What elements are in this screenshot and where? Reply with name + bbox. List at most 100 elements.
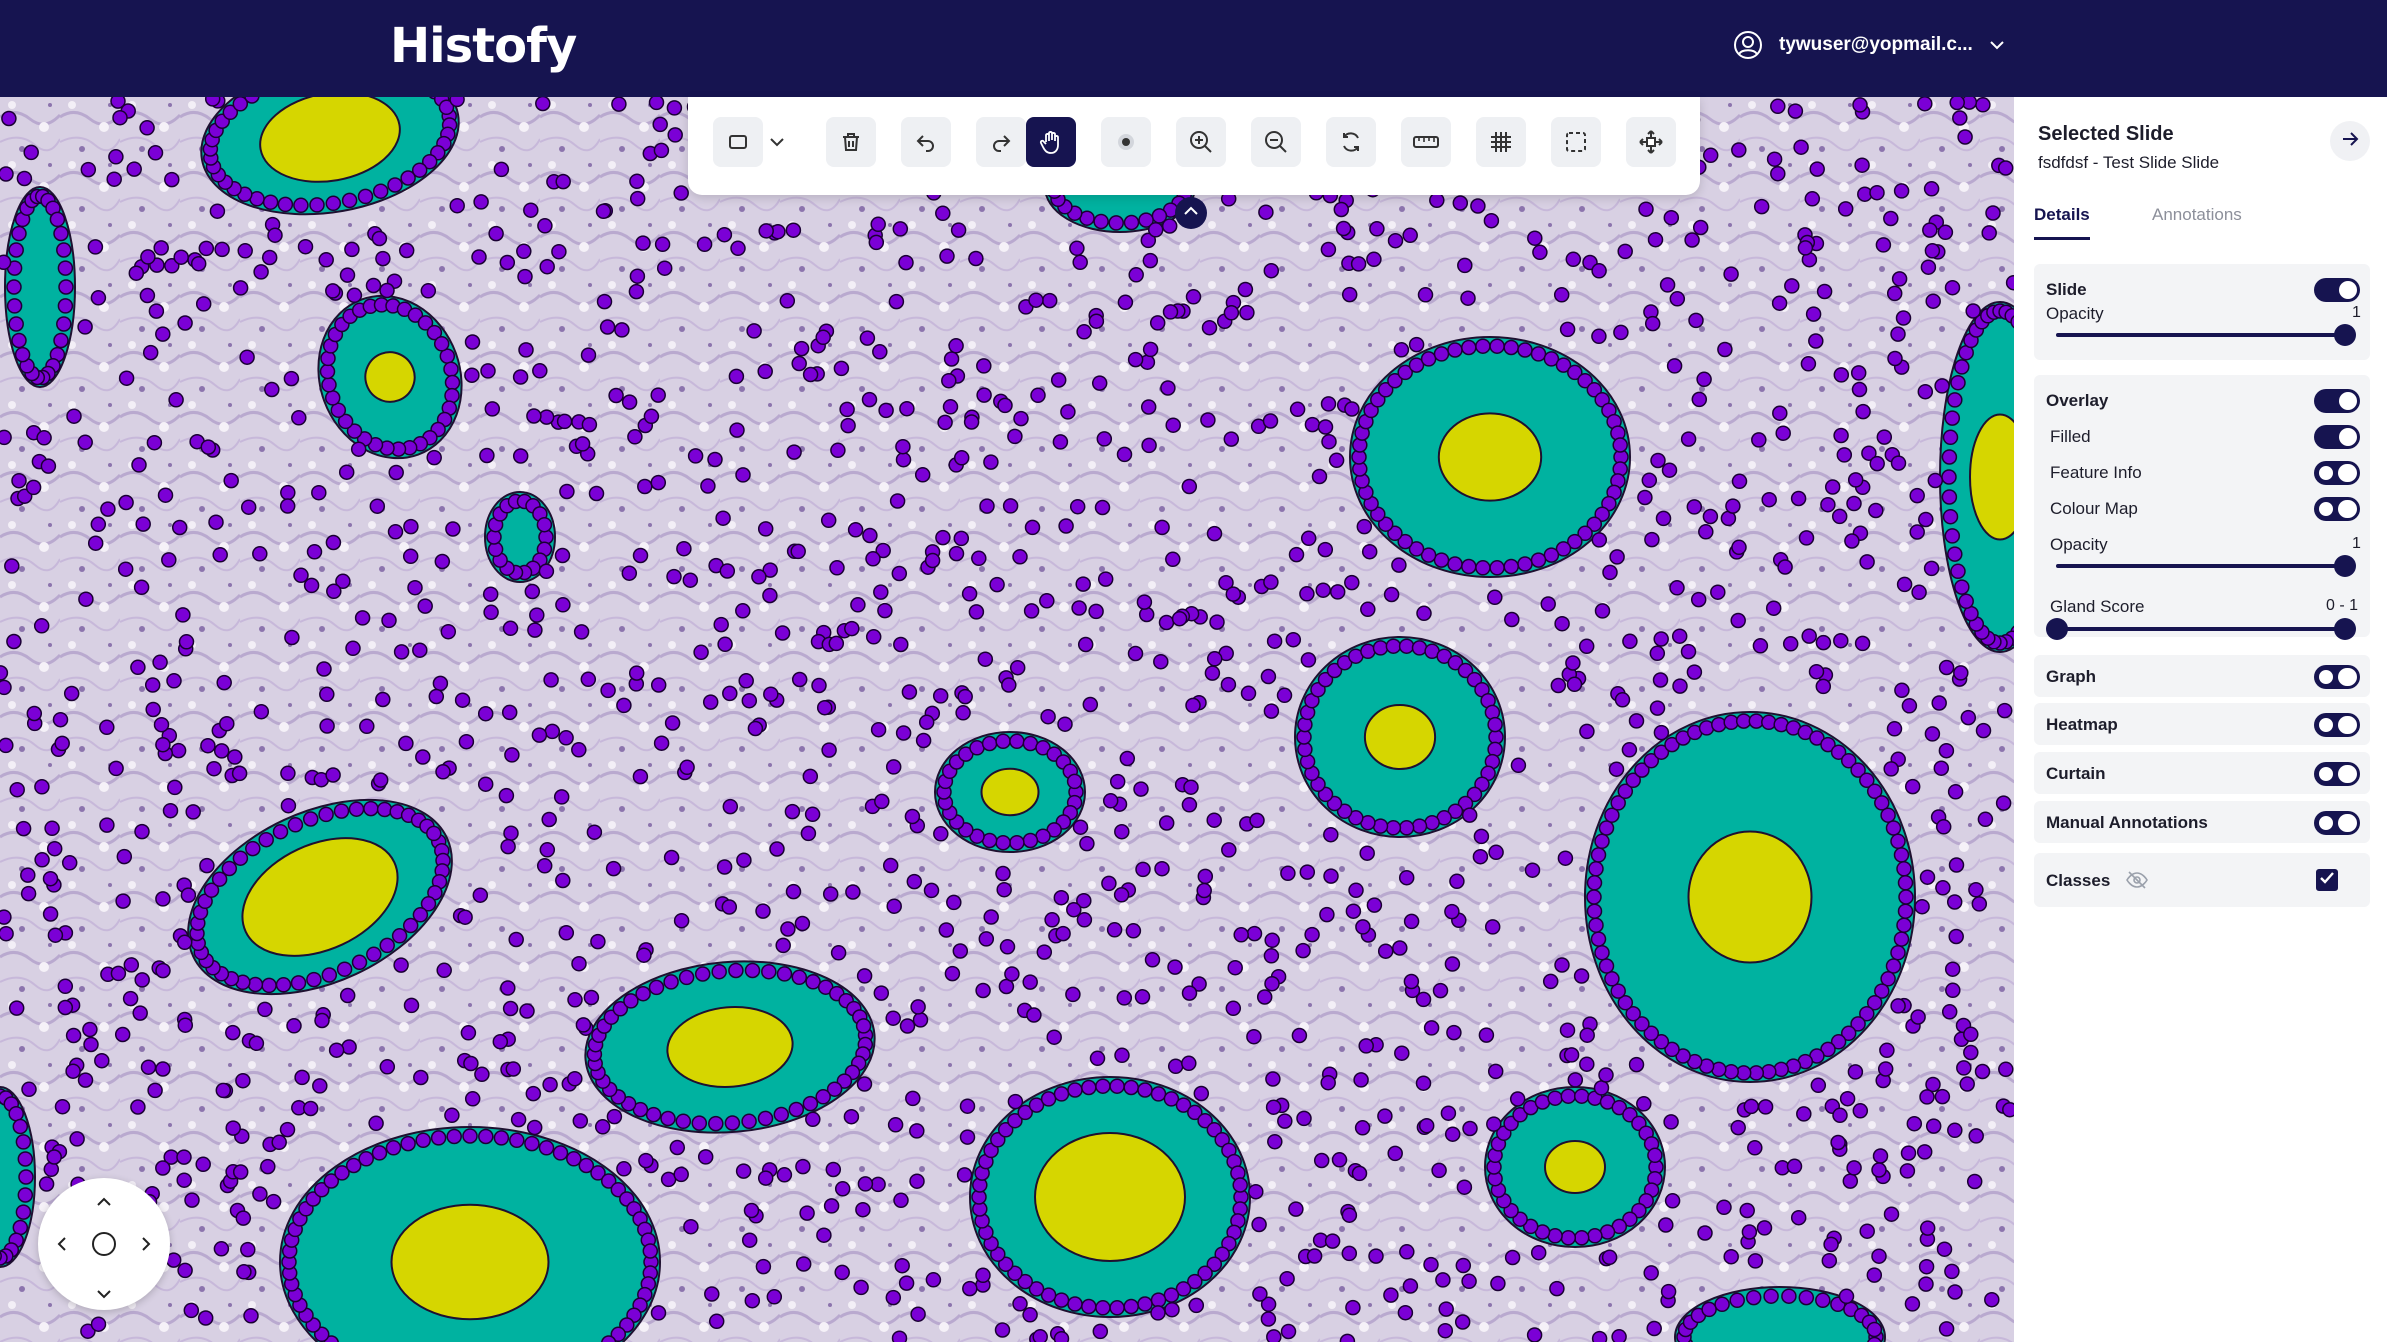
- nucleus-marker[interactable]: [614, 322, 630, 338]
- nucleus-marker[interactable]: [130, 1099, 146, 1115]
- nucleus-marker[interactable]: [1002, 498, 1019, 514]
- nucleus-marker[interactable]: [1716, 1199, 1732, 1216]
- nucleus-marker[interactable]: [915, 732, 932, 749]
- nucleus-marker[interactable]: [983, 454, 999, 470]
- nucleus-marker[interactable]: [216, 674, 232, 691]
- nucleus-marker[interactable]: [87, 239, 104, 255]
- nucleus-marker[interactable]: [348, 801, 365, 817]
- nucleus-marker[interactable]: [1088, 603, 1104, 620]
- nucleus-marker[interactable]: [1424, 814, 1440, 831]
- nucleus-marker[interactable]: [1587, 1228, 1603, 1244]
- nucleus-marker[interactable]: [1809, 161, 1825, 177]
- nucleus-marker[interactable]: [1621, 742, 1638, 758]
- nucleus-marker[interactable]: [235, 1210, 252, 1226]
- nucleus-marker[interactable]: [1069, 240, 1085, 257]
- nucleus-marker[interactable]: [1135, 861, 1151, 878]
- user-menu[interactable]: tywuser@yopmail.c...: [1733, 30, 2005, 60]
- nucleus-marker[interactable]: [650, 387, 666, 403]
- nucleus-marker[interactable]: [1530, 552, 1547, 568]
- nucleus-marker[interactable]: [1153, 653, 1169, 670]
- nucleus-marker[interactable]: [855, 1201, 871, 1218]
- undo-button[interactable]: [901, 117, 951, 167]
- nucleus-marker[interactable]: [523, 202, 539, 218]
- redo-button[interactable]: [976, 117, 1026, 167]
- nucleus-marker[interactable]: [1798, 1289, 1815, 1306]
- nucleus-marker[interactable]: [1089, 1050, 1106, 1067]
- nucleus-marker[interactable]: [1846, 495, 1862, 512]
- nucleus-marker[interactable]: [572, 1113, 589, 1129]
- nucleus-marker[interactable]: [1796, 1106, 1812, 1122]
- nucleus-marker[interactable]: [208, 514, 224, 530]
- nucleus-marker[interactable]: [1567, 1072, 1584, 1088]
- nucleus-marker[interactable]: [673, 1166, 689, 1183]
- nucleus-marker[interactable]: [1039, 593, 1055, 609]
- nucleus-marker[interactable]: [1398, 638, 1415, 654]
- nucleus-marker[interactable]: [258, 831, 274, 848]
- nucleus-marker[interactable]: [652, 116, 668, 133]
- feature-info-toggle[interactable]: [2314, 461, 2360, 485]
- nucleus-marker[interactable]: [608, 387, 624, 404]
- nucleus-marker[interactable]: [1423, 1256, 1439, 1273]
- nucleus-marker[interactable]: [1872, 1148, 1889, 1164]
- nucleus-marker[interactable]: [432, 675, 449, 692]
- nucleus-marker[interactable]: [1266, 633, 1283, 649]
- nucleus-marker[interactable]: [1461, 558, 1477, 575]
- nucleus-marker[interactable]: [1601, 1249, 1618, 1266]
- nucleus-marker[interactable]: [142, 344, 159, 361]
- nucleus-marker[interactable]: [358, 1151, 374, 1167]
- nucleus-marker[interactable]: [538, 409, 555, 425]
- nucleus-marker[interactable]: [1816, 283, 1833, 300]
- nucleus-marker[interactable]: [1164, 1301, 1180, 1318]
- nucleus-marker[interactable]: [426, 825, 442, 842]
- nucleus-marker[interactable]: [763, 686, 779, 702]
- nucleus-marker[interactable]: [328, 1042, 345, 1058]
- nucleus-marker[interactable]: [1877, 1061, 1894, 1077]
- nucleus-marker[interactable]: [899, 1018, 916, 1034]
- nucleus-marker[interactable]: [1553, 287, 1570, 303]
- nucleus-marker[interactable]: [629, 268, 646, 284]
- nucleus-marker[interactable]: [1653, 631, 1669, 647]
- nucleus-marker[interactable]: [839, 401, 855, 418]
- nucleus-marker[interactable]: [8, 316, 24, 332]
- nucleus-marker[interactable]: [1196, 882, 1212, 899]
- nucleus-marker[interactable]: [1007, 1093, 1024, 1110]
- nucleus-marker[interactable]: [152, 654, 168, 671]
- nucleus-marker[interactable]: [0, 679, 12, 696]
- nucleus-marker[interactable]: [1058, 518, 1074, 534]
- nucleus-marker[interactable]: [1239, 304, 1255, 321]
- nucleus-marker[interactable]: [464, 367, 480, 383]
- nucleus-marker[interactable]: [1252, 1286, 1268, 1302]
- nucleus-marker[interactable]: [36, 430, 52, 446]
- nucleus-marker[interactable]: [1909, 524, 1925, 540]
- nucleus-marker[interactable]: [1729, 1292, 1745, 1309]
- nucleus-marker[interactable]: [874, 793, 890, 810]
- nucleus-marker[interactable]: [1137, 1082, 1153, 1098]
- nucleus-marker[interactable]: [1702, 508, 1719, 525]
- nucleus-marker[interactable]: [1918, 1258, 1935, 1275]
- nucleus-marker[interactable]: [1433, 552, 1450, 568]
- nucleus-marker[interactable]: [275, 977, 292, 993]
- nucleus-marker[interactable]: [1026, 1007, 1042, 1023]
- nucleus-marker[interactable]: [1109, 773, 1126, 790]
- nucleus-marker[interactable]: [1880, 807, 1896, 823]
- nucleus-marker[interactable]: [1503, 558, 1519, 575]
- nucleus-marker[interactable]: [1804, 191, 1821, 207]
- nucleus-marker[interactable]: [935, 529, 951, 546]
- nucleus-marker[interactable]: [177, 1262, 193, 1279]
- nucleus-marker[interactable]: [1886, 721, 1903, 737]
- nucleus-marker[interactable]: [1946, 894, 1963, 910]
- nucleus-marker[interactable]: [14, 346, 31, 363]
- nucleus-marker[interactable]: [1299, 864, 1316, 880]
- nucleus-marker[interactable]: [1934, 1088, 1951, 1105]
- nucleus-marker[interactable]: [1260, 1311, 1277, 1327]
- nucleus-marker[interactable]: [909, 1173, 925, 1189]
- nucleus-marker[interactable]: [882, 857, 899, 874]
- nucleus-marker[interactable]: [1171, 610, 1188, 627]
- nucleus-marker[interactable]: [1751, 432, 1767, 448]
- nucleus-marker[interactable]: [1128, 267, 1144, 283]
- nucleus-marker[interactable]: [678, 969, 695, 986]
- nucleus-marker[interactable]: [1265, 1099, 1282, 1115]
- nucleus-marker[interactable]: [1725, 498, 1741, 514]
- nucleus-marker[interactable]: [252, 546, 268, 562]
- nucleus-marker[interactable]: [968, 250, 984, 267]
